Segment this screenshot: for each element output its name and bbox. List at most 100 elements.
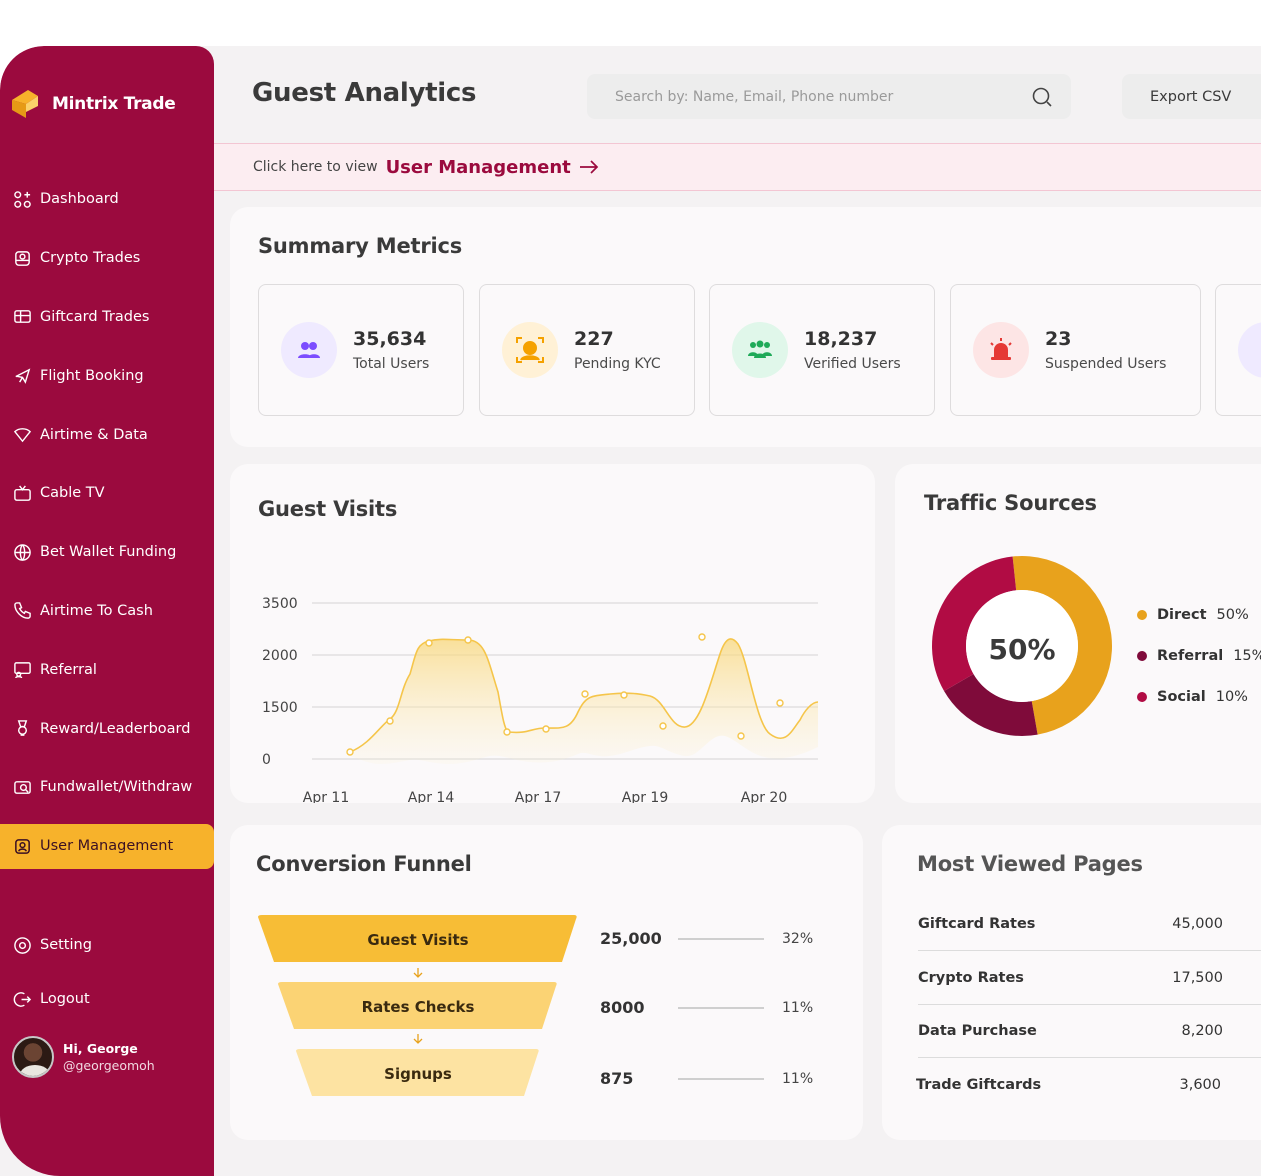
- funnel-step-label: Guest Visits: [367, 931, 468, 949]
- funnel-connector: [678, 938, 764, 940]
- metric-value: 18,237: [804, 328, 878, 350]
- metric-suspended-users[interactable]: 23 Suspended Users: [950, 284, 1201, 416]
- funnel-value: 8000: [600, 998, 645, 1017]
- sidebar-item-cable-tv[interactable]: Cable TV: [0, 464, 214, 523]
- metric-card-partial[interactable]: [1215, 284, 1261, 416]
- search-icon[interactable]: [1031, 86, 1053, 108]
- funnel-step-rates-checks: Rates Checks 8000 11%: [230, 982, 850, 1032]
- x-tick-label: Apr 20: [741, 790, 787, 803]
- giftcard-icon: [14, 310, 31, 324]
- wallet-icon: [14, 780, 31, 794]
- sidebar-item-referral[interactable]: Referral: [0, 640, 214, 699]
- trophy-icon: [17, 720, 28, 736]
- sidebar-bottom: Setting Logout: [0, 918, 214, 1026]
- sidebar-item-airtime-data[interactable]: Airtime & Data: [0, 405, 214, 464]
- sidebar-item-bet-wallet[interactable]: Bet Wallet Funding: [0, 523, 214, 582]
- banner-prefix: Click here to view: [253, 159, 378, 175]
- sidebar-item-label: Logout: [40, 991, 90, 1007]
- data-point: [464, 636, 472, 644]
- sidebar-nav: Dashboard Crypto Trades Giftcard Trades …: [0, 170, 214, 876]
- x-tick-label: Apr 19: [622, 790, 668, 803]
- legend-value: 50%: [1216, 606, 1249, 623]
- export-csv-button[interactable]: Export CSV: [1122, 74, 1261, 119]
- table-row[interactable]: Crypto Rates 17,500: [918, 951, 1261, 1005]
- table-row[interactable]: Giftcard Rates 45,000: [918, 897, 1261, 951]
- sidebar-item-label: Fundwallet/Withdraw: [40, 779, 193, 796]
- legend-dot: [1137, 691, 1147, 702]
- legend-name: Social: [1157, 688, 1206, 705]
- metric-label: Pending KYC: [574, 356, 661, 372]
- crypto-icon: [15, 250, 30, 266]
- app-frame: Mintrix Trade Dashboard Crypto Trades Gi…: [0, 46, 1261, 1176]
- traffic-title: Traffic Sources: [924, 491, 1097, 515]
- table-row[interactable]: Trade Giftcards 3,600: [916, 1058, 1261, 1112]
- conversion-funnel-card: Conversion Funnel Guest Visits 25,000 32…: [230, 825, 863, 1140]
- y-tick-label: 3500: [262, 596, 298, 612]
- sidebar-item-fundwallet[interactable]: Fundwallet/Withdraw: [0, 758, 214, 817]
- team-icon: [748, 340, 772, 358]
- sidebar-item-giftcard-trades[interactable]: Giftcard Trades: [0, 288, 214, 347]
- user-handle: @georgeomoh: [63, 1058, 155, 1073]
- sidebar-item-setting[interactable]: Setting: [0, 918, 214, 972]
- legend-dot: [1137, 650, 1147, 661]
- user-profile[interactable]: Hi, George @georgeomoh: [12, 1036, 155, 1078]
- traffic-donut-chart: 50%: [932, 556, 1113, 736]
- x-tick-label: Apr 11: [303, 790, 349, 803]
- legend-value: 15%: [1233, 647, 1261, 664]
- user-management-banner: Click here to view User Management: [214, 143, 1261, 191]
- donut-center-label: 50%: [988, 633, 1055, 666]
- brand-name: Mintrix Trade: [52, 94, 176, 114]
- sidebar-item-dashboard[interactable]: Dashboard: [0, 170, 214, 229]
- metric-icon-bg: [732, 322, 788, 378]
- page-title: Guest Analytics: [252, 78, 477, 108]
- x-tick-label: Apr 17: [515, 790, 561, 803]
- sidebar-item-flight-booking[interactable]: Flight Booking: [0, 346, 214, 405]
- data-point: [776, 699, 784, 707]
- legend-item-referral: Referral 15%: [1137, 635, 1261, 676]
- page-views: 45,000: [1172, 915, 1223, 932]
- y-tick-label: 0: [262, 752, 271, 768]
- funnel-connector: [678, 1078, 764, 1080]
- data-point: [698, 633, 706, 641]
- sidebar-item-reward[interactable]: Reward/Leaderboard: [0, 699, 214, 758]
- x-tick-label: Apr 14: [408, 790, 455, 803]
- funnel-bar[interactable]: Rates Checks: [278, 982, 558, 1032]
- guest-visits-chart: 3500 2000 1500 0 Apr 11 Apr 14 Apr 17 Apr 19 Apr…: [262, 596, 819, 803]
- data-point: [581, 690, 589, 698]
- funnel-bar[interactable]: Guest Visits: [258, 915, 578, 965]
- sidebar-item-logout[interactable]: Logout: [0, 972, 214, 1026]
- guest-visits-card: Guest Visits 3500 2000 1500 0 Apr 11 Apr 14 Ap…: [230, 464, 875, 803]
- sidebar-item-label: Reward/Leaderboard: [40, 720, 191, 737]
- metric-value: 35,634: [353, 328, 427, 350]
- data-point: [503, 728, 511, 736]
- sidebar-item-label: Airtime & Data: [40, 426, 148, 443]
- funnel-step-guest-visits: Guest Visits 25,000 32%: [230, 915, 850, 965]
- user-management-link[interactable]: User Management: [386, 157, 599, 178]
- metric-label: Suspended Users: [1045, 356, 1167, 372]
- legend-name: Direct: [1157, 606, 1207, 623]
- legend-value: 10%: [1215, 688, 1248, 705]
- metric-pending-kyc[interactable]: 227 Pending KYC: [479, 284, 695, 416]
- sidebar-item-airtime-to-cash[interactable]: Airtime To Cash: [0, 582, 214, 641]
- metric-verified-users[interactable]: 18,237 Verified Users: [709, 284, 935, 416]
- face-scan-icon: [516, 337, 544, 363]
- metric-label: Total Users: [353, 356, 430, 372]
- traffic-sources-card: Traffic Sources 50% Direct 50% Referral …: [895, 464, 1261, 803]
- search-bar[interactable]: [587, 74, 1071, 119]
- most-viewed-card: Most Viewed Pages Giftcard Rates 45,000 …: [882, 825, 1261, 1140]
- sidebar-item-label: Bet Wallet Funding: [40, 544, 177, 561]
- data-point: [620, 691, 628, 699]
- funnel-value: 875: [600, 1069, 634, 1088]
- legend-dot: [1137, 609, 1147, 620]
- summary-metrics-card: Summary Metrics 35,634 Total Users 227 P…: [230, 207, 1261, 447]
- sidebar-item-user-management[interactable]: User Management: [0, 823, 214, 869]
- table-row[interactable]: Data Purchase 8,200: [918, 1004, 1261, 1058]
- plane-icon: [15, 368, 31, 385]
- arrow-down-icon: [413, 1034, 423, 1044]
- sidebar-item-crypto-trades[interactable]: Crypto Trades: [0, 229, 214, 288]
- sidebar-item-label: Flight Booking: [40, 367, 144, 384]
- brand[interactable]: Mintrix Trade: [8, 86, 176, 122]
- metric-total-users[interactable]: 35,634 Total Users: [258, 284, 464, 416]
- search-input[interactable]: [615, 88, 1015, 105]
- funnel-bar[interactable]: Signups: [296, 1049, 540, 1099]
